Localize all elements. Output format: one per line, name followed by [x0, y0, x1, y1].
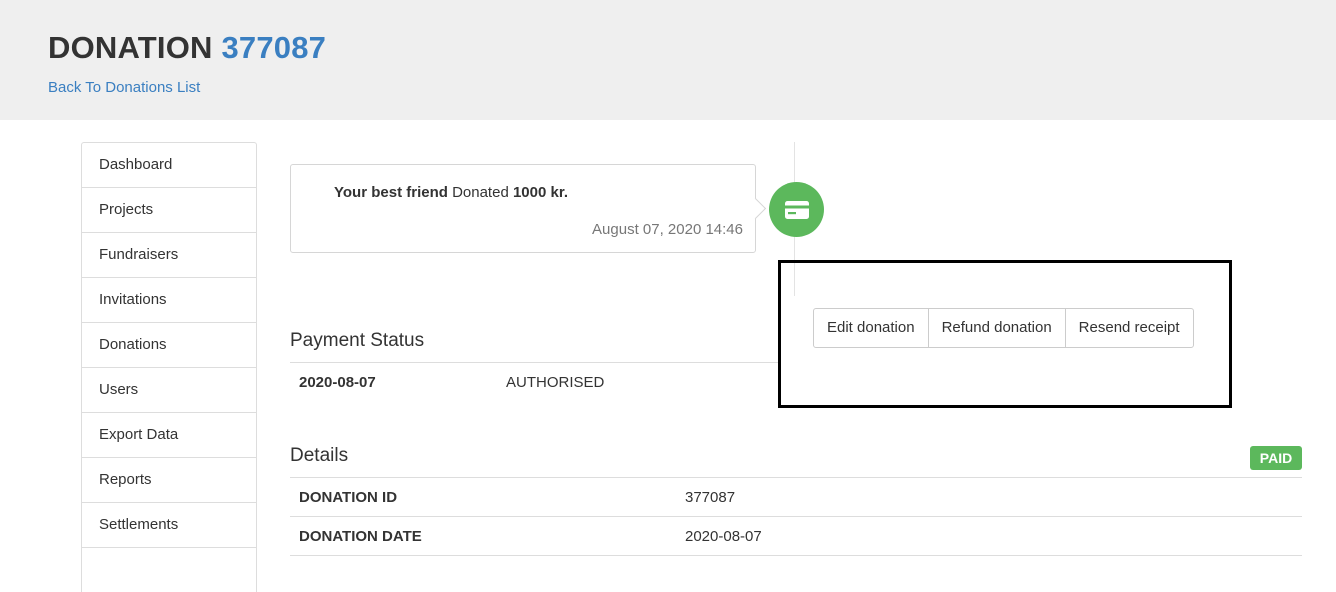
event-text: Your best friend Donated 1000 kr. [334, 184, 568, 201]
payment-status-divider [290, 362, 778, 363]
sidebar-item-fundraisers[interactable]: Fundraisers [82, 233, 256, 278]
page-title: DONATION 377087 [48, 30, 326, 66]
donation-date-value: 2020-08-07 [685, 528, 762, 545]
donation-actions-button-group: Edit donation Refund donation Resend rec… [813, 308, 1194, 348]
details-row-divider [290, 516, 1302, 517]
sidebar-item-reports[interactable]: Reports [82, 458, 256, 503]
sidebar-item-settlements[interactable]: Settlements [82, 503, 256, 548]
sidebar-item-export-data[interactable]: Export Data [82, 413, 256, 458]
resend-receipt-button[interactable]: Resend receipt [1066, 309, 1193, 347]
refund-donation-button[interactable]: Refund donation [929, 309, 1066, 347]
details-divider [290, 477, 1302, 478]
sidebar-item-donations[interactable]: Donations [82, 323, 256, 368]
page-header: DONATION 377087 Back To Donations List [0, 0, 1336, 120]
donation-number: 377087 [221, 30, 327, 65]
event-donor: Your best friend [334, 184, 448, 201]
sidebar-nav: Dashboard Projects Fundraisers Invitatio… [81, 142, 257, 592]
page-title-prefix: DONATION [48, 30, 213, 65]
sidebar-item-projects[interactable]: Projects [82, 188, 256, 233]
timeline-badge [769, 182, 824, 237]
event-date: August 07, 2020 14:46 [592, 221, 743, 238]
payment-status-title: Payment Status [290, 330, 425, 351]
event-amount: 1000 kr. [512, 184, 569, 201]
event-action: Donated [447, 184, 513, 201]
sidebar-item-dashboard[interactable]: Dashboard [82, 143, 256, 188]
donation-id-value: 377087 [685, 489, 736, 506]
paid-status-badge: PAID [1250, 446, 1302, 470]
details-title: Details [290, 445, 349, 466]
sidebar-item-users[interactable]: Users [82, 368, 256, 413]
details-row-divider [290, 555, 1302, 556]
credit-card-icon [784, 200, 809, 219]
payment-status-value: AUTHORISED [506, 374, 605, 391]
sidebar-item-invitations[interactable]: Invitations [82, 278, 256, 323]
payment-status-date: 2020-08-07 [299, 374, 376, 391]
donation-event-card: Your best friend Donated 1000 kr. August… [290, 164, 756, 253]
donation-date-label: DONATION DATE [299, 528, 422, 545]
back-to-donations-link[interactable]: Back To Donations List [48, 79, 200, 96]
sidebar-item-more[interactable] [82, 548, 256, 592]
edit-donation-button[interactable]: Edit donation [814, 309, 929, 347]
donation-id-label: DONATION ID [299, 489, 398, 506]
